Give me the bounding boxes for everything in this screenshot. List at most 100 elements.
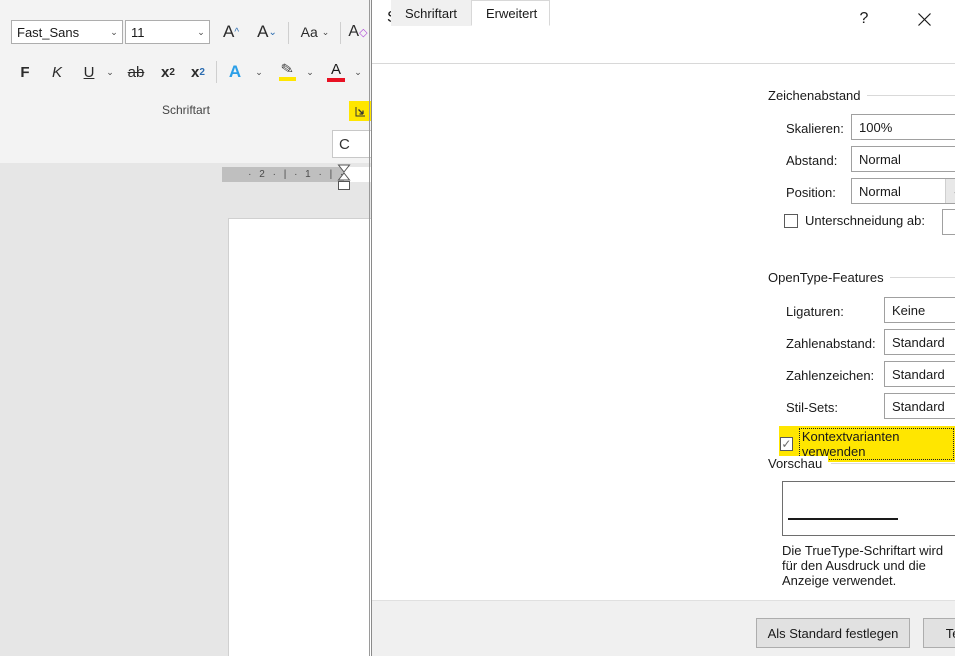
divider <box>340 22 341 44</box>
abstand-value: Normal <box>859 151 901 167</box>
stil-sets-combo[interactable]: Standard ⌄ <box>884 393 955 419</box>
text-effects-label: Texteffekte... <box>945 625 955 641</box>
italic-letter: K <box>51 63 62 81</box>
font-preview-sample: Fast_Sans <box>783 495 955 518</box>
font-color-icon[interactable]: A <box>322 55 350 89</box>
stil-sets-value: Standard <box>892 398 945 414</box>
chevron-down-icon[interactable]: ⌄ <box>249 55 269 89</box>
font-size-combo[interactable]: 11 ⌄ <box>125 20 210 44</box>
group-rule-spacing <box>867 95 955 96</box>
font-color-bar <box>327 77 345 82</box>
zahlenabstand-combo[interactable]: Standard ⌄ <box>884 329 955 355</box>
label-skalieren: Skalieren: <box>786 121 844 136</box>
tab-schriftart-label: Schriftart <box>405 5 458 21</box>
strikethrough-letters: ab <box>127 63 145 81</box>
label-zahlenzeichen: Zahlenzeichen: <box>786 368 875 383</box>
label-zahlenabstand: Zahlenabstand: <box>786 336 876 351</box>
ligaturen-combo[interactable]: Keine ⌄ <box>884 297 955 323</box>
change-case-letters: Aa <box>300 24 318 40</box>
close-icon[interactable] <box>909 7 939 31</box>
chevron-down-icon[interactable]: ⌄ <box>106 27 122 37</box>
checkbox-box[interactable]: ✓ <box>780 437 793 451</box>
group-title-spacing: Zeichenabstand <box>768 88 867 103</box>
chevron-down-icon[interactable]: ⌄ <box>945 179 955 203</box>
set-as-default-button[interactable]: Als Standard festlegen <box>756 618 910 648</box>
skalieren-combo[interactable]: 100% ⌄ <box>851 114 955 140</box>
divider <box>216 61 217 83</box>
chevron-down-icon[interactable]: ⌄ <box>300 55 320 89</box>
font-preview-description: Die TrueType-Schriftart wird für den Aus… <box>782 543 944 588</box>
font-dialog: Schriftart ? Schriftart Erweitert Zeiche… <box>371 0 955 656</box>
divider <box>288 22 289 44</box>
indent-marker-glyph <box>337 164 351 190</box>
label-abstand: Abstand: <box>786 153 838 168</box>
strikethrough-button[interactable]: ab <box>122 55 150 89</box>
set-as-default-label: Als Standard festlegen <box>767 625 899 641</box>
screen: Fast_Sans ⌄ 11 ⌄ A ^ A ⌄ Aa ⌄ A ◇ F K U … <box>0 0 955 656</box>
ligaturen-value: Keine <box>892 302 926 318</box>
text-effects-icon[interactable]: A <box>221 55 249 89</box>
checkbox-box[interactable] <box>784 213 798 228</box>
text-effects-letter: A <box>228 62 242 81</box>
subscript-index: 2 <box>169 66 175 78</box>
marker-pen-glyph: ✎ <box>279 60 295 79</box>
kerning-size-value <box>943 210 955 234</box>
ribbon-underbar <box>0 127 372 163</box>
superscript-button[interactable]: x2 <box>185 55 211 89</box>
change-case-icon[interactable]: Aa ⌄ <box>293 20 337 44</box>
grow-font-icon[interactable]: A ^ <box>214 20 248 44</box>
superscript-letter: x <box>191 63 200 81</box>
italic-button[interactable]: K <box>44 55 70 89</box>
position-value: Normal <box>859 183 901 199</box>
underline-letter: U <box>83 63 95 81</box>
label-stil-sets: Stil-Sets: <box>786 400 839 415</box>
tab-schriftart[interactable]: Schriftart <box>391 0 471 26</box>
dialog-launcher-arrow-icon <box>355 106 365 116</box>
shrink-font-letter: A <box>257 22 269 41</box>
checkmark-icon: ✓ <box>781 437 792 451</box>
formatting-toolbar: F K U ⌄ ab x2 x2 A ⌄ ✎ ⌄ A ⌄ <box>0 55 372 89</box>
dialog-left-edge-line <box>369 0 370 656</box>
font-ribbon-group: Fast_Sans ⌄ 11 ⌄ A ^ A ⌄ Aa ⌄ A ◇ F K U … <box>0 0 372 128</box>
skalieren-value: 100% <box>859 119 893 135</box>
subscript-button[interactable]: x2 <box>155 55 181 89</box>
chevron-down-icon[interactable]: ⌄ <box>99 55 121 89</box>
close-x-glyph <box>917 12 931 26</box>
clear-formatting-icon[interactable]: A ◇ <box>344 20 372 44</box>
grow-font-letter: A <box>222 22 235 41</box>
kerning-size-spinner[interactable] <box>942 209 955 235</box>
help-icon[interactable]: ? <box>849 7 879 31</box>
zahlenzeichen-combo[interactable]: Standard ⌄ <box>884 361 955 387</box>
indent-marker-icon[interactable] <box>337 163 351 193</box>
font-dialog-launcher-button[interactable] <box>349 101 371 121</box>
clear-formatting-letter: A <box>348 23 360 40</box>
text-effects-button[interactable]: Texteffekte... <box>923 618 955 648</box>
zahlenzeichen-value: Standard <box>892 366 945 382</box>
subscript-letter: x <box>161 63 170 81</box>
group-title-preview: Vorschau <box>768 456 829 471</box>
bold-letter: F <box>20 63 30 81</box>
document-page <box>228 218 372 656</box>
chevron-down-icon[interactable]: ⌄ <box>348 55 368 89</box>
bold-button[interactable]: F <box>12 55 38 89</box>
font-name-combo[interactable]: Fast_Sans ⌄ <box>11 20 123 44</box>
font-color-letter: A <box>330 60 341 78</box>
label-ligaturen: Ligaturen: <box>786 304 844 319</box>
tab-erweitert[interactable]: Erweitert <box>471 0 550 26</box>
preview-rule-left <box>788 518 898 520</box>
font-size-value: 11 <box>131 24 145 40</box>
abstand-combo[interactable]: Normal ⌄ <box>851 146 955 172</box>
tab-erweitert-label: Erweitert <box>486 5 538 21</box>
kerning-checkbox[interactable]: Unterschneidung ab: <box>784 213 925 228</box>
ribbon-group-label: Schriftart <box>161 103 210 117</box>
tabstrip-background <box>372 38 955 64</box>
superscript-index: 2 <box>199 66 205 78</box>
position-combo[interactable]: Normal ⌄ <box>851 178 955 204</box>
highlight-icon[interactable]: ✎ <box>272 55 302 89</box>
label-position: Position: <box>786 185 836 200</box>
shrink-font-icon[interactable]: A ⌄ <box>250 20 284 44</box>
chevron-down-icon[interactable]: ⌄ <box>193 27 209 37</box>
kerning-checkbox-label: Unterschneidung ab: <box>805 213 925 228</box>
zahlenabstand-value: Standard <box>892 334 945 350</box>
group-title-opentype: OpenType-Features <box>768 270 890 285</box>
